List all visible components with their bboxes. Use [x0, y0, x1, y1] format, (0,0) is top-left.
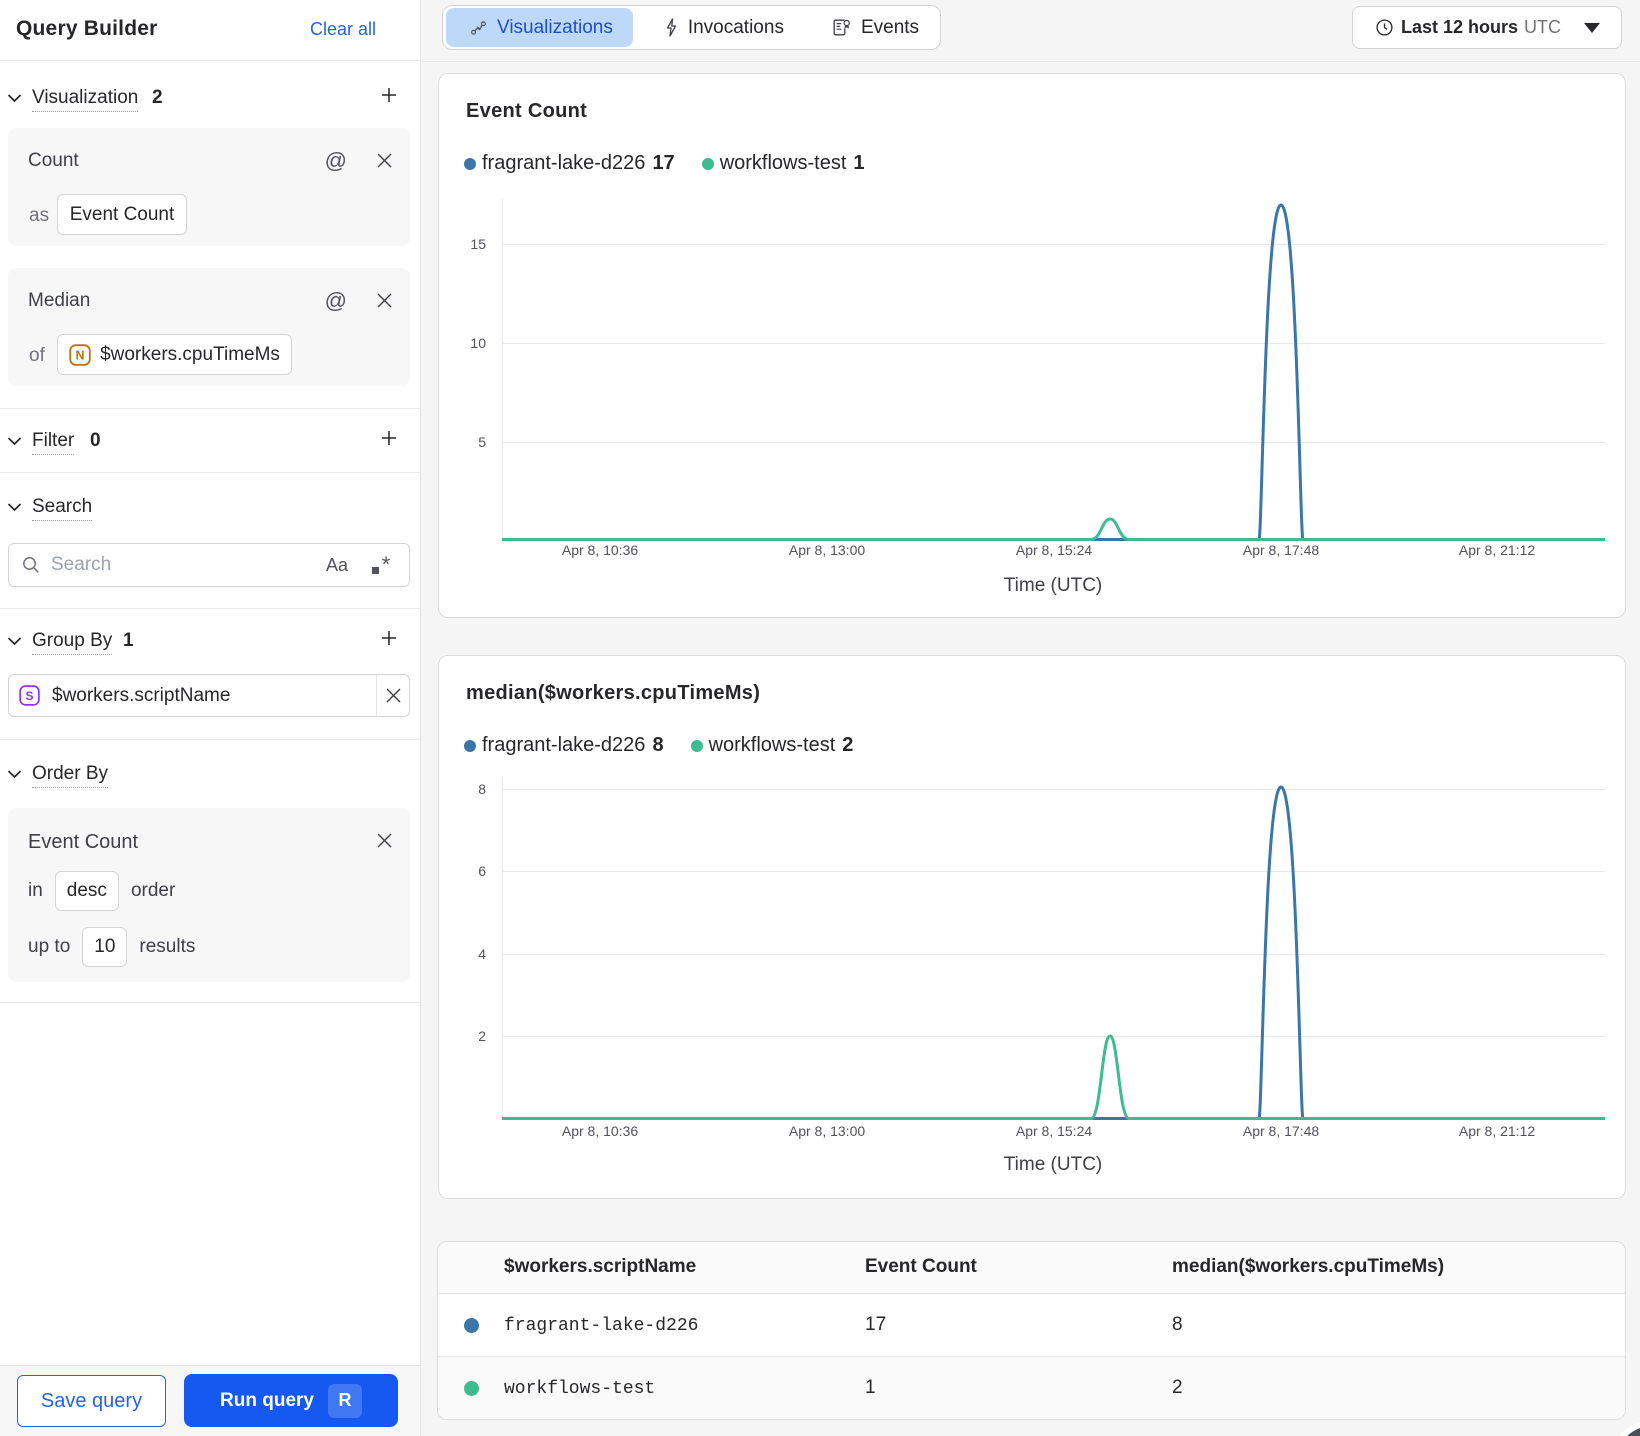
- svg-text:Time (UTC): Time (UTC): [1004, 575, 1103, 596]
- svg-text:Apr 8, 10:36: Apr 8, 10:36: [562, 1123, 638, 1139]
- svg-text:8: 8: [478, 781, 486, 797]
- svg-text:5: 5: [478, 434, 486, 450]
- svg-text:10: 10: [470, 335, 486, 351]
- svg-text:6: 6: [478, 863, 486, 879]
- svg-text:Apr 8, 17:48: Apr 8, 17:48: [1243, 1123, 1319, 1139]
- svg-text:*: *: [382, 556, 391, 575]
- svg-text:Apr 8, 21:12: Apr 8, 21:12: [1459, 542, 1535, 558]
- svg-text:Apr 8, 10:36: Apr 8, 10:36: [562, 542, 638, 558]
- svg-text:Time (UTC): Time (UTC): [1004, 1154, 1103, 1175]
- svg-text:2: 2: [478, 1028, 486, 1044]
- svg-text:Apr 8, 15:24: Apr 8, 15:24: [1016, 542, 1092, 558]
- svg-text:Apr 8, 13:00: Apr 8, 13:00: [789, 542, 865, 558]
- svg-text:N: N: [76, 348, 85, 362]
- svg-text:Apr 8, 21:12: Apr 8, 21:12: [1459, 1123, 1535, 1139]
- svg-text:4: 4: [478, 946, 486, 962]
- svg-text:Apr 8, 15:24: Apr 8, 15:24: [1016, 1123, 1092, 1139]
- svg-text:Apr 8, 13:00: Apr 8, 13:00: [789, 1123, 865, 1139]
- svg-text:Apr 8, 17:48: Apr 8, 17:48: [1243, 542, 1319, 558]
- svg-text:15: 15: [470, 236, 486, 252]
- svg-text:S: S: [26, 689, 34, 703]
